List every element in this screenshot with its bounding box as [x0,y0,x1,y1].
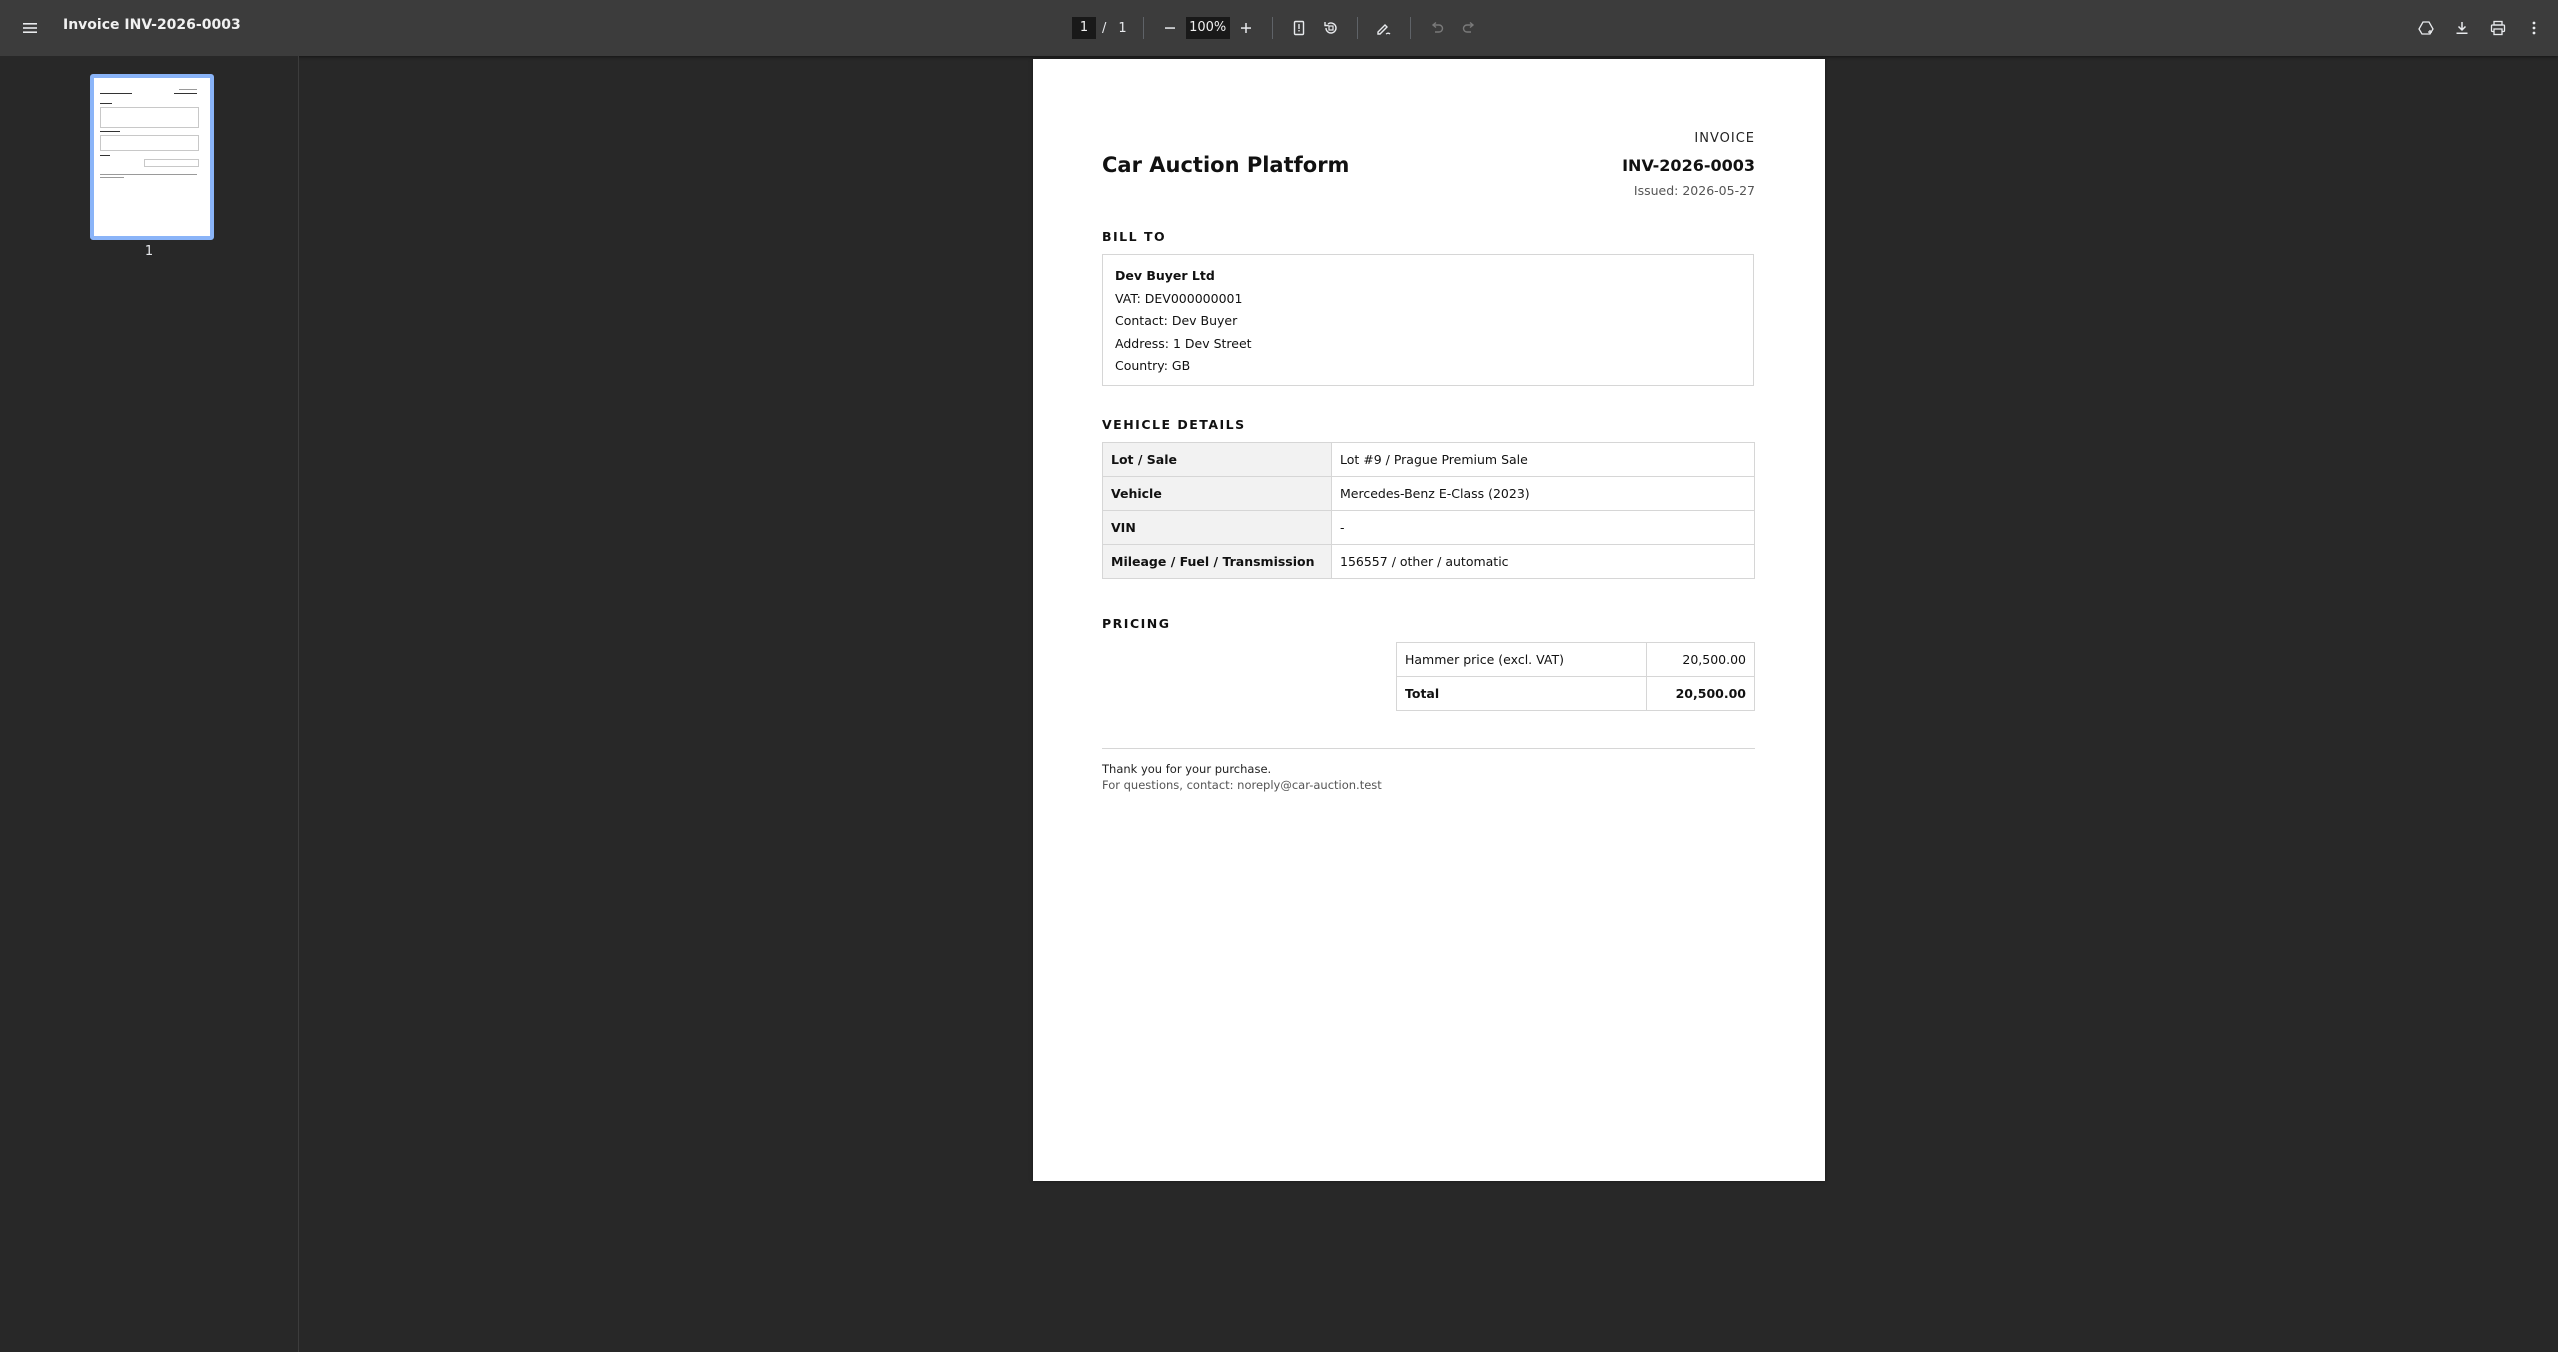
price-amount-cell: 20,500.00 [1646,642,1755,677]
company-name: Car Auction Platform [1102,153,1350,177]
buyer-country: Country: GB [1115,358,1191,373]
redo-button[interactable] [1453,8,1485,48]
redo-icon [1462,21,1474,33]
pdf-page: Car Auction Platform INVOICE INV-2026-00… [1033,59,1825,1181]
right-toolbar-controls [2408,8,2552,48]
buyer-name: Dev Buyer Ltd [1115,268,1215,283]
footer-divider [1102,748,1755,749]
buyer-vat: VAT: DEV000000001 [1115,290,1243,306]
page-zoom-controls: 1 / 1 100% [1072,8,1485,48]
menu-button[interactable] [10,8,50,48]
annotate-button[interactable] [1368,8,1400,48]
footer-thanks: Thank you for your purchase. [1102,762,1272,776]
minus-icon [1164,27,1175,29]
undo-icon [1431,21,1443,33]
footer-contact: For questions, contact: noreply@car-auct… [1102,778,1382,792]
download-icon [2456,22,2468,34]
rotate-icon [1323,22,1337,34]
zoom-out-button[interactable] [1154,8,1186,48]
vehicle-value-cell: - [1331,510,1755,545]
table-row: VIN - [1102,510,1755,545]
thumb-line [179,89,197,90]
invoice-number: INV-2026-0003 [1622,156,1755,175]
invoice-label: INVOICE [1694,131,1755,146]
toolbar-divider [1142,17,1144,39]
toolbar-divider [1271,17,1273,39]
document-title: Invoice INV-2026-0003 [63,17,241,33]
table-row: Total 20,500.00 [1396,676,1755,711]
thumbnail-sidebar: 1 [0,56,299,1352]
thumbnail-page-label: 1 [144,244,154,259]
invoice-issued-date: Issued: 2026-05-27 [1633,183,1755,198]
price-label-cell: Hammer price (excl. VAT) [1396,642,1647,677]
fit-page-icon [1293,20,1304,36]
vehicle-value-cell: Lot #9 / Prague Premium Sale [1331,442,1755,477]
vehicle-details-table: Lot / Sale Lot #9 / Prague Premium Sale … [1102,442,1755,579]
download-button[interactable] [2444,8,2480,48]
vehicle-key-cell: Lot / Sale [1102,442,1332,477]
thumb-line [100,103,112,104]
buyer-contact: Contact: Dev Buyer [1115,313,1238,328]
thumb-line [174,93,197,94]
thumb-line [100,155,110,156]
pricing-table: Hammer price (excl. VAT) 20,500.00 Total… [1396,642,1755,711]
more-actions-button[interactable] [2516,8,2552,48]
pen-icon [1376,24,1391,35]
vehicle-value-cell: 156557 / other / automatic [1331,544,1755,579]
vehicle-key-cell: Mileage / Fuel / Transmission [1102,544,1332,579]
table-row: Lot / Sale Lot #9 / Prague Premium Sale [1102,442,1755,477]
bill-to-heading: BILL TO [1102,229,1167,244]
page-total: 1 [1118,20,1127,36]
zoom-in-button[interactable] [1230,8,1262,48]
vehicle-details-heading: VEHICLE DETAILS [1102,417,1246,432]
menu-icon [23,23,37,33]
table-row: Hammer price (excl. VAT) 20,500.00 [1396,642,1755,677]
thumb-line [100,131,120,132]
drive-save-icon [2418,21,2434,35]
print-icon [2490,20,2506,36]
fit-page-button[interactable] [1283,8,1315,48]
total-label-cell: Total [1396,676,1647,711]
vehicle-value-cell: Mercedes-Benz E-Class (2023) [1331,476,1755,511]
more-vert-icon [2532,21,2536,35]
page-separator: / [1102,20,1107,36]
vehicle-key-cell: Vehicle [1102,476,1332,511]
thumb-line [100,177,124,178]
thumb-box [100,107,199,128]
thumb-line [100,93,132,94]
vehicle-key-cell: VIN [1102,510,1332,545]
table-row: Vehicle Mercedes-Benz E-Class (2023) [1102,476,1755,511]
toolbar-divider [1409,17,1411,39]
buyer-address: Address: 1 Dev Street [1115,335,1252,351]
toolbar-divider [1356,17,1358,39]
bill-to-box: Dev Buyer Ltd VAT: DEV000000001 Contact:… [1102,254,1754,386]
page-number-input[interactable]: 1 [1072,17,1096,39]
undo-button[interactable] [1421,8,1453,48]
pricing-heading: PRICING [1102,616,1171,631]
viewer-toolbar: Invoice INV-2026-0003 1 / 1 100% [0,0,2558,56]
page-thumbnail[interactable] [90,74,214,240]
thumb-box [100,135,199,151]
rotate-button[interactable] [1315,8,1347,48]
thumb-box [144,159,199,167]
plus-icon [1240,23,1251,33]
save-to-drive-button[interactable] [2408,8,2444,48]
print-button[interactable] [2480,8,2516,48]
zoom-input[interactable]: 100% [1185,17,1230,39]
table-row: Mileage / Fuel / Transmission 156557 / o… [1102,544,1755,579]
total-amount-cell: 20,500.00 [1646,676,1755,711]
thumb-line [100,174,197,175]
